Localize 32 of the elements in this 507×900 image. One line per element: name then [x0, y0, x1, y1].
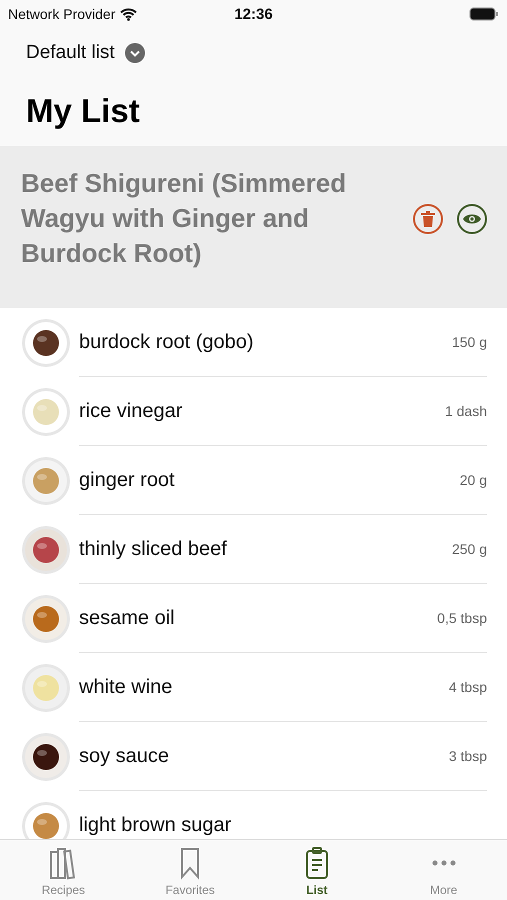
ingredient-amount: 1 dash [444, 403, 487, 419]
ingredient-name: light brown sugar [79, 814, 232, 837]
ingredient-name: sesame oil [79, 606, 176, 630]
wifi-icon [120, 8, 138, 20]
tab-item[interactable]: Recipes [0, 840, 127, 900]
ingredient-amount: 4 tbsp [448, 679, 487, 695]
ingredient-amount: 250 g [452, 541, 487, 557]
clock-time: 12:36 [234, 6, 273, 22]
trash-icon [421, 211, 435, 227]
list-picker[interactable]: Default list [26, 42, 145, 64]
delete-button[interactable] [413, 204, 443, 234]
ingredient-amount: 150 g [452, 334, 487, 350]
page-title: My List [26, 92, 141, 130]
battery-icon [469, 7, 499, 21]
view-button[interactable] [457, 204, 487, 234]
ingredient-amount: 3 tbsp [448, 748, 487, 764]
ingredient-name: white wine [79, 676, 174, 698]
eye-icon [463, 213, 481, 225]
tab-item[interactable]: List [254, 840, 380, 900]
ingredient-name: burdock root (gobo) [79, 330, 255, 354]
tab-item[interactable]: Favorites [126, 840, 254, 900]
chevron-down-icon [124, 43, 145, 63]
ingredient-name: soy sauce [79, 744, 170, 768]
carrier-name: Network Provider [8, 6, 116, 22]
ingredient-name: rice vinegar [79, 400, 184, 422]
ingredient-name: ginger root [79, 468, 176, 492]
ingredient-name: thinly sliced beef [79, 538, 228, 560]
ingredient-amount: 20 g [460, 472, 487, 488]
recipe-title: Beef Shigureni (Simmered Wagyu with Ginger and Burdock Root) [21, 167, 348, 270]
more-icon [432, 860, 456, 866]
ingredient-amount: 0,5 tbsp [437, 610, 487, 626]
tab-item[interactable]: More [380, 840, 507, 900]
